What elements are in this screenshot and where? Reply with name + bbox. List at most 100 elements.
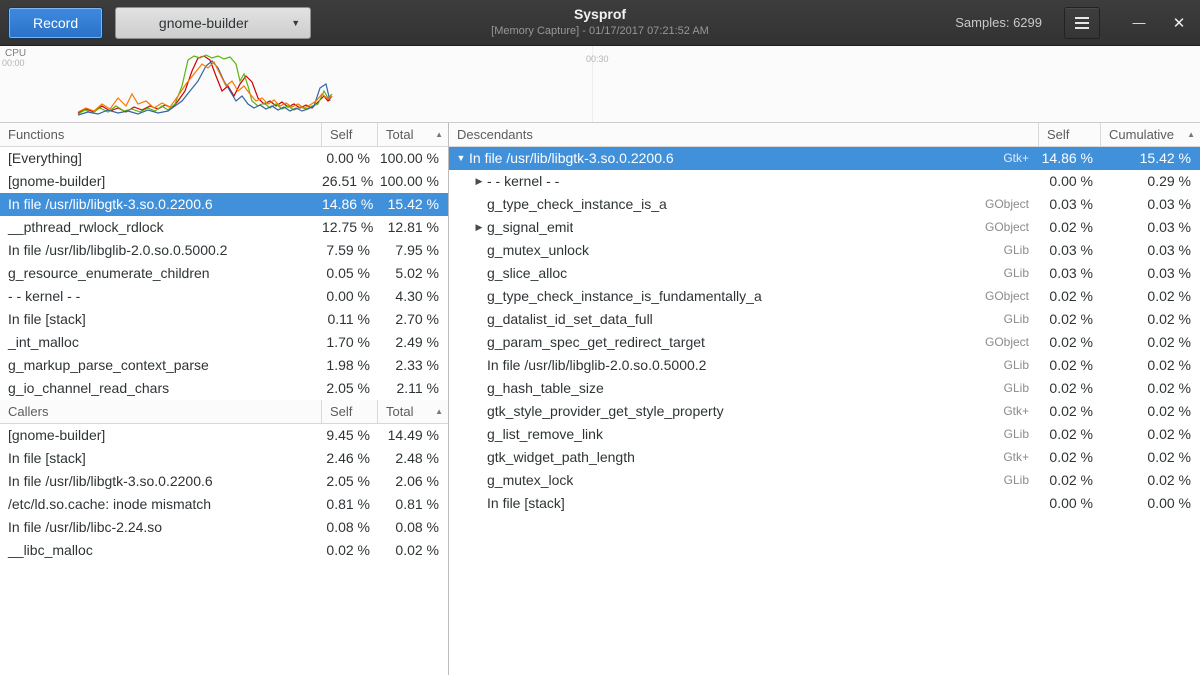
table-row[interactable]: __pthread_rwlock_rdlock12.75 %12.81 %: [0, 216, 448, 239]
tree-row[interactable]: gtk_widget_path_lengthGtk+0.02 %0.02 %: [449, 446, 1200, 469]
column-header-functions[interactable]: Functions: [0, 123, 322, 146]
self-percent: 12.75 %: [322, 216, 378, 239]
tree-row[interactable]: ▶g_signal_emitGObject0.02 %0.03 %: [449, 216, 1200, 239]
process-selector[interactable]: gnome-builder ▼: [115, 7, 311, 39]
expander-closed-icon[interactable]: ▶: [471, 216, 487, 239]
tree-row[interactable]: ▼In file /usr/lib/libgtk-3.so.0.2200.6Gt…: [449, 147, 1200, 170]
function-name: [gnome-builder]: [0, 424, 322, 447]
table-row[interactable]: In file [stack]0.11 %2.70 %: [0, 308, 448, 331]
column-header-total[interactable]: Total ▲: [378, 123, 448, 146]
column-header-cumulative[interactable]: Cumulative ▲: [1101, 123, 1200, 146]
tree-row[interactable]: gtk_style_provider_get_style_propertyGtk…: [449, 400, 1200, 423]
self-percent: 0.11 %: [322, 308, 378, 331]
table-row[interactable]: In file /usr/lib/libgtk-3.so.0.2200.614.…: [0, 193, 448, 216]
column-header-descendants[interactable]: Descendants: [449, 123, 1039, 146]
function-name: In file /usr/lib/libc-2.24.so: [0, 516, 322, 539]
self-percent: 0.02 %: [1039, 446, 1101, 469]
minimize-button[interactable]: —: [1126, 10, 1152, 36]
self-percent: 0.02 %: [322, 539, 378, 562]
table-row[interactable]: g_markup_parse_context_parse1.98 %2.33 %: [0, 354, 448, 377]
right-pane: Descendants Self Cumulative ▲ ▼In file /…: [449, 123, 1200, 675]
expander-open-icon[interactable]: ▼: [453, 147, 469, 170]
table-row[interactable]: [Everything]0.00 %100.00 %: [0, 147, 448, 170]
table-row[interactable]: In file /usr/lib/libc-2.24.so0.08 %0.08 …: [0, 516, 448, 539]
total-percent: 100.00 %: [378, 147, 448, 170]
main-content: Functions Self Total ▲ [Everything]0.00 …: [0, 123, 1200, 675]
descendant-name-cell: gtk_widget_path_lengthGtk+: [449, 446, 1039, 469]
table-row[interactable]: g_io_channel_read_chars2.05 %2.11 %: [0, 377, 448, 400]
self-percent: 2.05 %: [322, 377, 378, 400]
tree-row[interactable]: g_param_spec_get_redirect_targetGObject0…: [449, 331, 1200, 354]
total-percent: 0.02 %: [378, 539, 448, 562]
library-badge: GLib: [992, 423, 1039, 446]
table-row[interactable]: - - kernel - -0.00 %4.30 %: [0, 285, 448, 308]
tree-row[interactable]: g_datalist_id_set_data_fullGLib0.02 %0.0…: [449, 308, 1200, 331]
function-name: In file /usr/lib/libgtk-3.so.0.2200.6: [0, 470, 322, 493]
self-percent: 0.02 %: [1039, 400, 1101, 423]
function-name: g_markup_parse_context_parse: [0, 354, 322, 377]
library-badge: GObject: [973, 331, 1039, 354]
column-header-total-label: Total: [386, 124, 413, 146]
menu-button[interactable]: [1064, 7, 1100, 39]
total-percent: 2.48 %: [378, 447, 448, 470]
descendant-name-cell: g_param_spec_get_redirect_target GObject: [449, 331, 1039, 354]
table-row[interactable]: In file /usr/lib/libgtk-3.so.0.2200.62.0…: [0, 470, 448, 493]
self-percent: 0.02 %: [1039, 469, 1101, 492]
column-header-total[interactable]: Total ▲: [378, 400, 448, 423]
cumulative-percent: 0.03 %: [1101, 193, 1200, 216]
descendant-name-cell: g_mutex_unlockGLib: [449, 239, 1039, 262]
cumulative-percent: 0.02 %: [1101, 400, 1200, 423]
table-row[interactable]: __libc_malloc0.02 %0.02 %: [0, 539, 448, 562]
tree-row[interactable]: g_list_remove_linkGLib0.02 %0.02 %: [449, 423, 1200, 446]
library-badge: GLib: [992, 308, 1039, 331]
cumulative-percent: 0.02 %: [1101, 285, 1200, 308]
expander-closed-icon[interactable]: ▶: [471, 170, 487, 193]
self-percent: 0.02 %: [1039, 423, 1101, 446]
column-header-self[interactable]: Self: [322, 123, 378, 146]
tree-row[interactable]: In file [stack]0.00 %0.00 %: [449, 492, 1200, 515]
self-percent: 7.59 %: [322, 239, 378, 262]
function-name: g_param_spec_get_redirect_target: [487, 331, 705, 354]
table-row[interactable]: /etc/ld.so.cache: inode mismatch0.81 %0.…: [0, 493, 448, 516]
library-badge: Gtk+: [991, 446, 1039, 469]
cpu-green-line: [78, 55, 332, 114]
column-header-self[interactable]: Self: [1039, 123, 1101, 146]
cumulative-percent: 0.29 %: [1101, 170, 1200, 193]
self-percent: 9.45 %: [322, 424, 378, 447]
table-row[interactable]: _int_malloc1.70 %2.49 %: [0, 331, 448, 354]
table-row[interactable]: [gnome-builder]26.51 %100.00 %: [0, 170, 448, 193]
descendant-name-cell: g_list_remove_linkGLib: [449, 423, 1039, 446]
table-row[interactable]: g_resource_enumerate_children0.05 %5.02 …: [0, 262, 448, 285]
cumulative-percent: 0.02 %: [1101, 423, 1200, 446]
self-percent: 14.86 %: [1039, 147, 1101, 170]
close-button[interactable]: ✕: [1166, 10, 1192, 36]
function-name: g_type_check_instance_is_a: [487, 193, 667, 216]
column-header-self[interactable]: Self: [322, 400, 378, 423]
time-tick-mid: 00:30: [586, 54, 609, 64]
table-row[interactable]: In file [stack]2.46 %2.48 %: [0, 447, 448, 470]
function-name: g_mutex_unlock: [487, 239, 589, 262]
cumulative-percent: 0.02 %: [1101, 469, 1200, 492]
descendant-name-cell: g_hash_table_sizeGLib: [449, 377, 1039, 400]
descendants-table: ▼In file /usr/lib/libgtk-3.so.0.2200.6 Gt…: [449, 147, 1200, 515]
tree-row[interactable]: ▶- - kernel - -0.00 %0.29 %: [449, 170, 1200, 193]
function-name: In file /usr/lib/libgtk-3.so.0.2200.6: [469, 147, 674, 170]
tree-row[interactable]: g_mutex_unlockGLib0.03 %0.03 %: [449, 239, 1200, 262]
column-header-callers[interactable]: Callers: [0, 400, 322, 423]
tree-row[interactable]: g_slice_allocGLib0.03 %0.03 %: [449, 262, 1200, 285]
library-badge: Gtk+: [991, 400, 1039, 423]
tree-row[interactable]: g_type_check_instance_is_aGObject0.03 %0…: [449, 193, 1200, 216]
cpu-graph[interactable]: CPU 00:00 00:30: [0, 46, 1200, 123]
tree-row[interactable]: g_mutex_lockGLib0.02 %0.02 %: [449, 469, 1200, 492]
tree-row[interactable]: g_hash_table_sizeGLib0.02 %0.02 %: [449, 377, 1200, 400]
tree-row[interactable]: g_type_check_instance_is_fundamentally_a…: [449, 285, 1200, 308]
table-row[interactable]: [gnome-builder]9.45 %14.49 %: [0, 424, 448, 447]
total-percent: 4.30 %: [378, 285, 448, 308]
total-percent: 12.81 %: [378, 216, 448, 239]
record-button[interactable]: Record: [8, 7, 103, 39]
function-name: __pthread_rwlock_rdlock: [0, 216, 322, 239]
tree-row[interactable]: In file /usr/lib/libglib-2.0.so.0.5000.2…: [449, 354, 1200, 377]
table-row[interactable]: In file /usr/lib/libglib-2.0.so.0.5000.2…: [0, 239, 448, 262]
descendant-name-cell: In file /usr/lib/libglib-2.0.so.0.5000.2…: [449, 354, 1039, 377]
library-badge: GLib: [992, 354, 1039, 377]
